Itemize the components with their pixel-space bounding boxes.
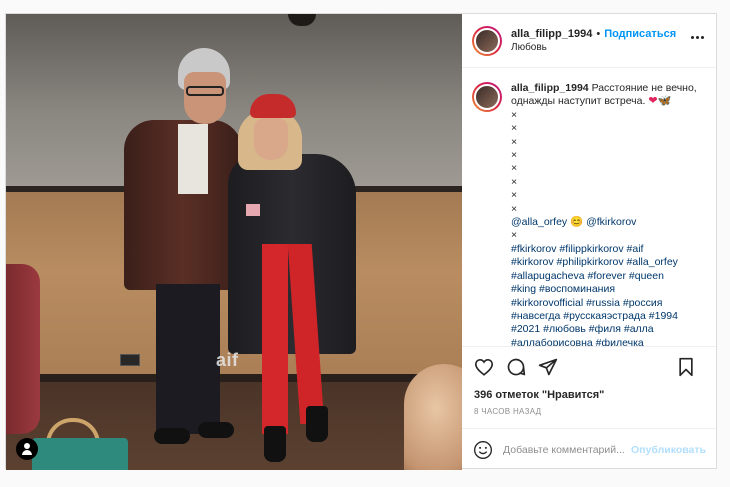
user-tag-icon[interactable] bbox=[16, 438, 38, 460]
photo-woman-pants-left bbox=[262, 244, 288, 434]
photo-woman-face bbox=[254, 118, 288, 160]
hashtag-line[interactable]: #kirkorov #philipkirkorov #alla_orfey bbox=[511, 256, 706, 269]
more-horizontal-icon[interactable] bbox=[691, 36, 704, 39]
post-sidebar: alla_filipp_1994 • Подписаться Любовь al… bbox=[462, 14, 716, 470]
heart-outline-icon[interactable] bbox=[472, 355, 496, 379]
hashtag-line[interactable]: #fkirkorov #filippkirkorov #aif bbox=[511, 243, 706, 256]
hashtag-line[interactable]: #king #воспоминания bbox=[511, 283, 706, 296]
paper-plane-icon[interactable] bbox=[536, 355, 560, 379]
comment-input[interactable] bbox=[503, 443, 630, 456]
caption-mentions[interactable]: @alla_orfey 😊 @fkirkorov bbox=[511, 216, 706, 229]
caption-text-2: однажды наступит встреча. bbox=[511, 95, 646, 108]
heart-emoji-icon: ❤ bbox=[648, 95, 658, 108]
location-link[interactable]: Любовь bbox=[511, 41, 676, 55]
hashtag-line[interactable]: #kirkorovofficial #russia #россия bbox=[511, 297, 706, 310]
post-photo[interactable]: aif bbox=[6, 14, 462, 470]
post-header: alla_filipp_1994 • Подписаться Любовь bbox=[462, 14, 716, 68]
header-separator: • bbox=[596, 27, 601, 40]
photo-man-face bbox=[184, 72, 226, 124]
follow-button[interactable]: Подписаться bbox=[604, 27, 676, 41]
caption-separator: × bbox=[511, 202, 518, 215]
hashtag-line[interactable]: #аллаборисовна #филечка bbox=[511, 337, 706, 346]
photo-woman-boot-left bbox=[264, 426, 286, 462]
smiley-icon[interactable] bbox=[472, 439, 493, 461]
photo-man-shoe-left bbox=[154, 428, 190, 444]
photo-man-shoe-right bbox=[198, 422, 234, 438]
caption-separator: × bbox=[511, 175, 518, 188]
caption-separator: × bbox=[511, 162, 518, 175]
photo-woman-beret bbox=[250, 94, 296, 118]
caption-username[interactable]: alla_filipp_1994 bbox=[511, 82, 589, 94]
likes-count[interactable]: 396 отметок "Нравится" bbox=[462, 386, 716, 404]
caption-separator: × bbox=[511, 122, 518, 135]
caption-text-1: Расстояние не вечно, bbox=[591, 82, 697, 94]
photo-red-chair bbox=[6, 264, 40, 434]
photo-beige-chair bbox=[404, 364, 462, 470]
bookmark-icon[interactable] bbox=[674, 355, 698, 379]
photo-wall-socket bbox=[120, 354, 140, 366]
caption-separator: × bbox=[511, 108, 518, 121]
post-timestamp[interactable]: 8 ЧАСОВ НАЗАД bbox=[462, 404, 716, 428]
photo-man-glasses bbox=[186, 86, 224, 96]
header-username[interactable]: alla_filipp_1994 bbox=[511, 27, 592, 41]
caption-avatar[interactable] bbox=[472, 82, 502, 112]
photo-green-bag bbox=[32, 438, 128, 470]
caption-separator: × bbox=[511, 189, 518, 202]
hashtag-line[interactable]: #allapugacheva #forever #queen bbox=[511, 270, 706, 283]
caption-separator: × bbox=[511, 229, 518, 242]
photo-woman-boot-right bbox=[306, 406, 328, 442]
add-comment-bar: Опубликовать bbox=[462, 428, 716, 470]
post-container: aif alla_filipp_1994 • Подписаться Любов… bbox=[5, 13, 717, 470]
post-caption: alla_filipp_1994 Расстояние не вечно, од… bbox=[511, 82, 706, 346]
comments-area: alla_filipp_1994 Расстояние не вечно, од… bbox=[462, 68, 716, 346]
photo-man-legs bbox=[156, 284, 220, 434]
hashtag-line[interactable]: #2021 #любовь #филя #алла bbox=[511, 323, 706, 336]
photo-watermark: aif bbox=[216, 350, 239, 370]
publish-button[interactable]: Опубликовать bbox=[631, 444, 706, 456]
caption-separator: × bbox=[511, 135, 518, 148]
photo-woman-pink-bag bbox=[246, 204, 260, 216]
comment-bubble-icon[interactable] bbox=[504, 355, 528, 379]
hashtag-line[interactable]: #навсегда #русскаяэстрада #1994 bbox=[511, 310, 706, 323]
photo-man-shirt bbox=[178, 124, 208, 194]
butterfly-emoji-icon: 🦋 bbox=[657, 95, 672, 108]
action-bar bbox=[462, 346, 716, 386]
caption-separator: × bbox=[511, 149, 518, 162]
avatar[interactable] bbox=[472, 25, 502, 56]
